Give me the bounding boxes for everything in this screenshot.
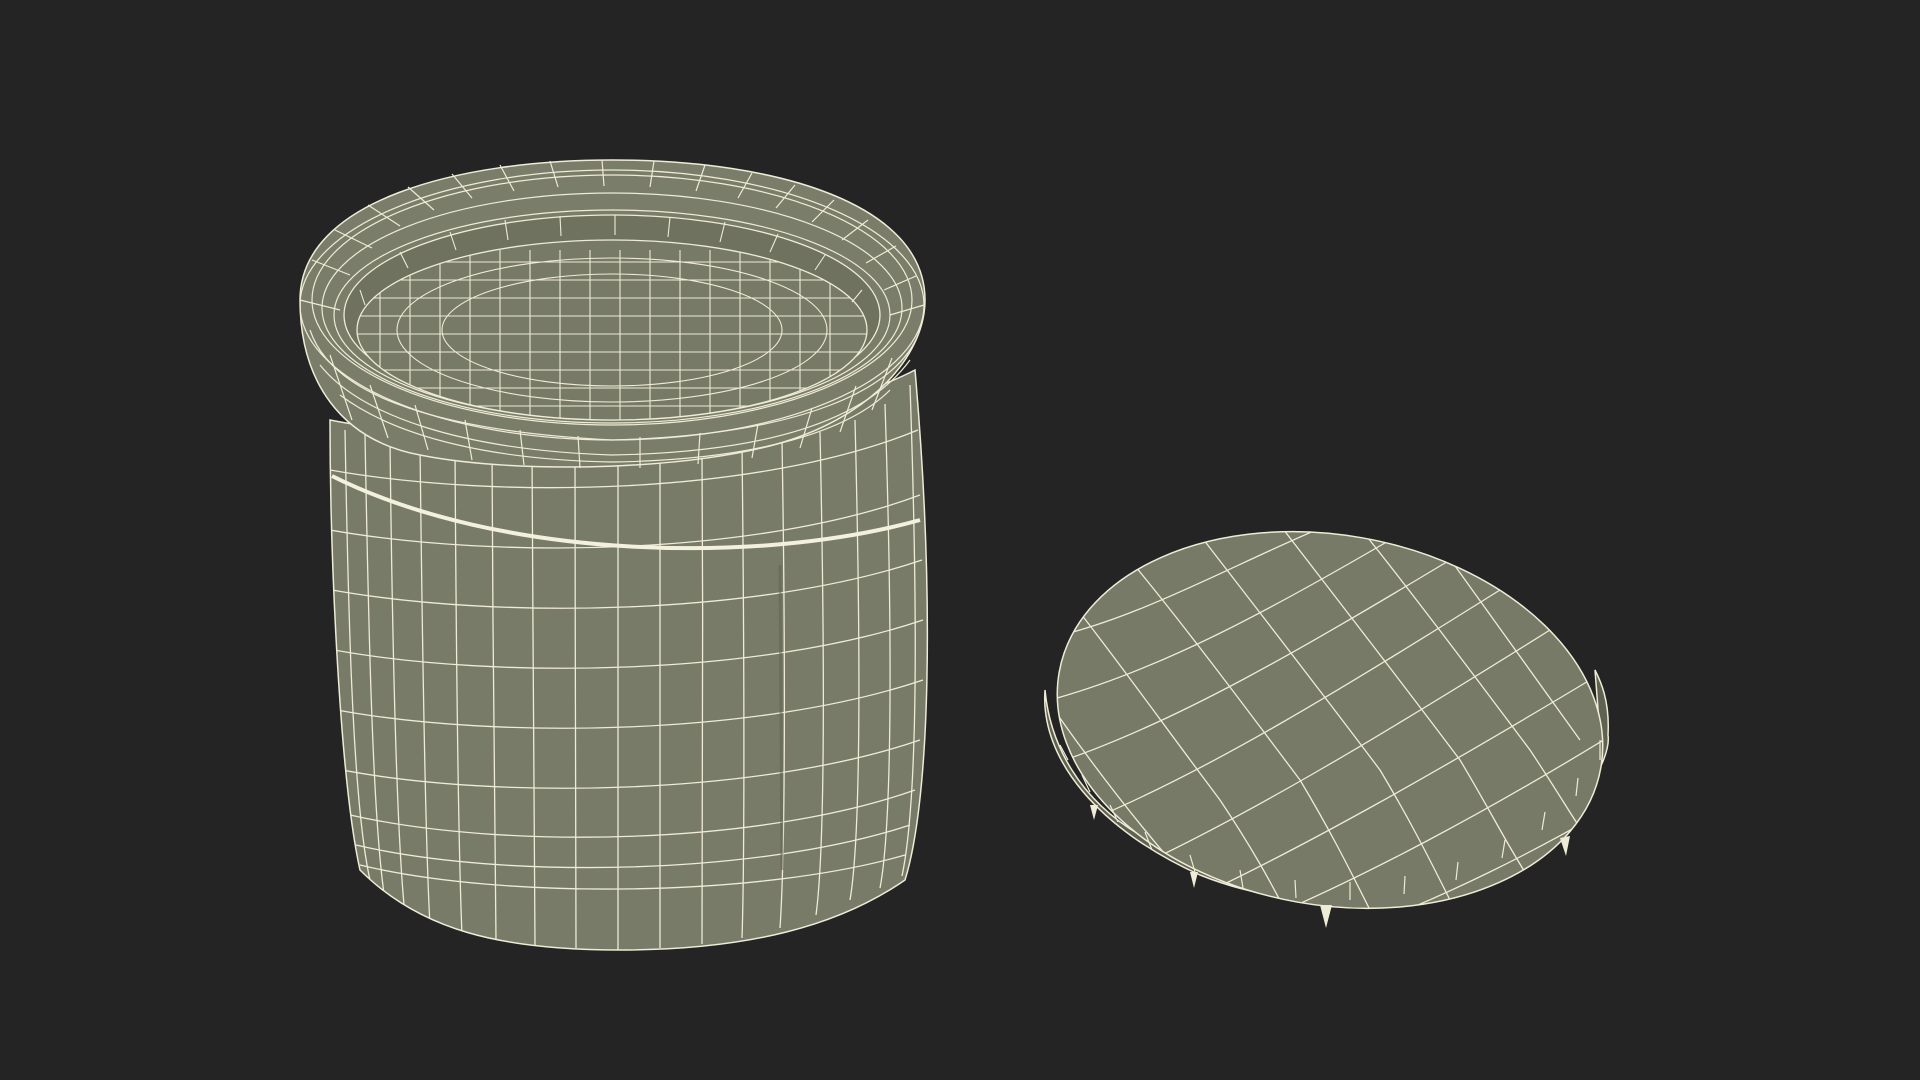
jar-model bbox=[299, 159, 929, 951]
lid-top bbox=[1056, 530, 1604, 910]
jar-inner-bottom bbox=[356, 239, 868, 421]
lid-model bbox=[1027, 519, 1633, 941]
wireframe-scene bbox=[299, 159, 1633, 951]
render-viewport bbox=[0, 0, 1920, 1080]
